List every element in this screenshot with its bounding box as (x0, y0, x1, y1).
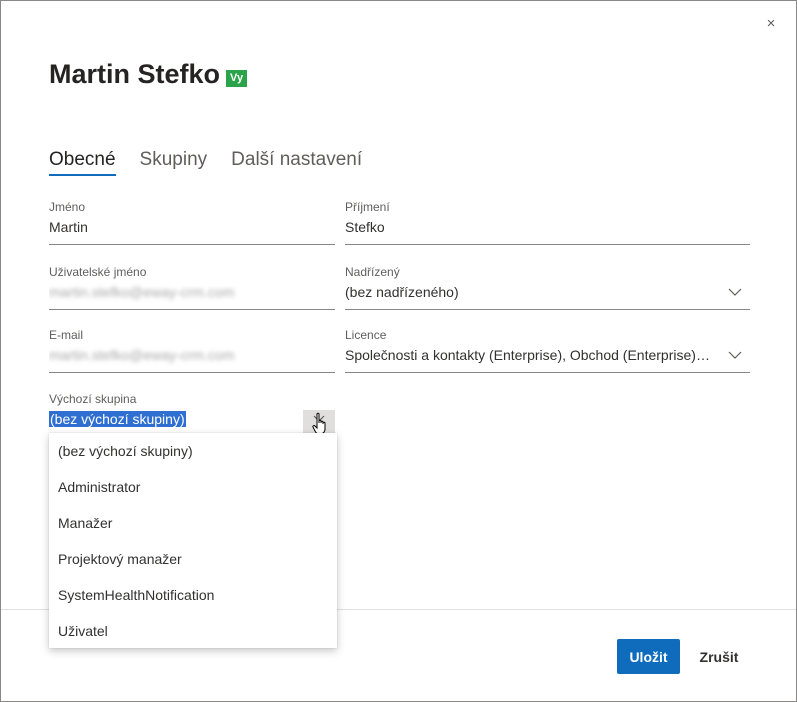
dropdown-option[interactable]: Uživatel (49, 613, 337, 649)
dropdown-toggle-button[interactable] (303, 410, 335, 435)
default-group-dropdown-list: (bez výchozí skupiny) Administrator Mana… (49, 433, 337, 648)
email-input[interactable]: martin.stefko@eway-crm.com (49, 346, 335, 373)
email-label: E-mail (49, 328, 84, 342)
user-edit-dialog: × Martin Stefko Vy Obecné Skupiny Další … (0, 0, 797, 702)
username-value: martin.stefko@eway-crm.com (49, 284, 235, 300)
last-name-label: Příjmení (345, 200, 390, 214)
dropdown-option[interactable]: Administrator (49, 469, 337, 505)
dropdown-option[interactable]: (bez výchozí skupiny) (49, 433, 337, 469)
tab-general[interactable]: Obecné (49, 149, 116, 176)
license-select[interactable]: Společnosti a kontakty (Enterprise), Obc… (345, 346, 750, 373)
dropdown-option[interactable]: SystemHealthNotification (49, 577, 337, 613)
first-name-field: Jméno Martin (49, 200, 335, 245)
cancel-button[interactable]: Zrušit (691, 639, 747, 674)
chevron-down-icon (728, 285, 742, 299)
dropdown-option[interactable]: Manažer (49, 505, 337, 541)
license-field: Licence Společnosti a kontakty (Enterpri… (345, 328, 750, 373)
supervisor-label: Nadřízený (345, 265, 400, 279)
last-name-input[interactable]: Stefko (345, 218, 750, 245)
username-input[interactable]: martin.stefko@eway-crm.com (49, 283, 335, 310)
first-name-label: Jméno (49, 200, 86, 214)
username-field: Uživatelské jméno martin.stefko@eway-crm… (49, 265, 335, 310)
page-title: Martin Stefko (49, 59, 221, 89)
dialog-header: Martin Stefko Vy (49, 59, 248, 90)
chevron-down-icon (728, 348, 742, 362)
email-field: E-mail martin.stefko@eway-crm.com (49, 328, 335, 373)
dropdown-option[interactable]: Projektový manažer (49, 541, 337, 577)
tab-bar: Obecné Skupiny Další nastavení (49, 149, 386, 176)
default-group-value: (bez výchozí skupiny) (49, 411, 186, 427)
first-name-input[interactable]: Martin (49, 218, 335, 245)
save-button[interactable]: Uložit (617, 639, 680, 674)
last-name-field: Příjmení Stefko (345, 200, 750, 245)
supervisor-select[interactable]: (bez nadřízeného) (345, 283, 750, 310)
supervisor-field: Nadřízený (bez nadřízeného) (345, 265, 750, 310)
you-badge: Vy (226, 70, 248, 87)
default-group-field: Výchozí skupina (bez výchozí skupiny) (49, 392, 335, 437)
tab-groups[interactable]: Skupiny (140, 149, 208, 176)
license-label: Licence (345, 328, 387, 342)
default-group-label: Výchozí skupina (49, 392, 137, 406)
username-label: Uživatelské jméno (49, 265, 147, 279)
license-value: Společnosti a kontakty (Enterprise), Obc… (345, 347, 723, 363)
supervisor-value: (bez nadřízeného) (345, 284, 459, 300)
email-value: martin.stefko@eway-crm.com (49, 347, 235, 363)
tab-more-settings[interactable]: Další nastavení (231, 149, 362, 176)
close-icon[interactable]: × (762, 15, 780, 33)
